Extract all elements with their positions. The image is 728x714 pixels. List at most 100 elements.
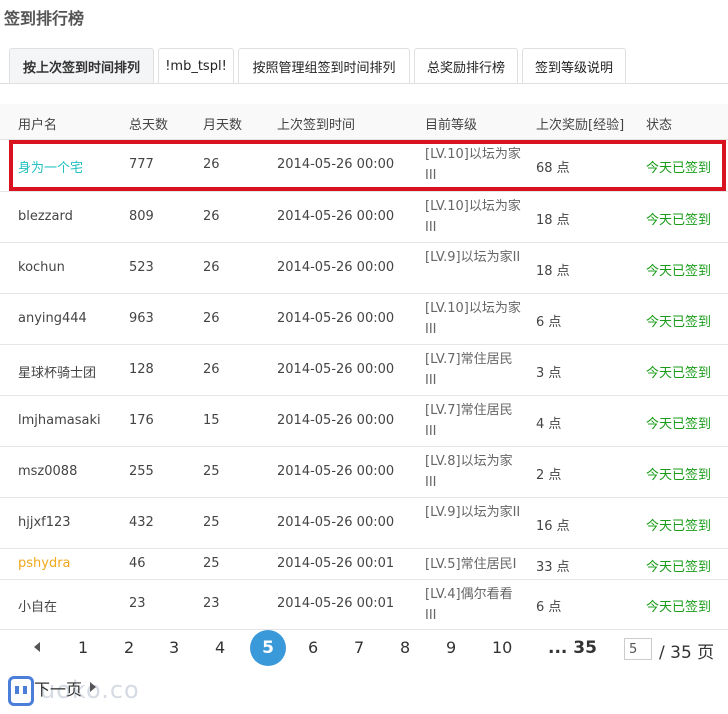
tab-mb-tspl[interactable]: !mb_tspl! bbox=[158, 48, 234, 84]
last-signin-time: 2014-05-26 00:00 bbox=[277, 362, 395, 377]
username-link[interactable]: lmjhamasaki bbox=[18, 413, 101, 428]
table-row: hjjxf123 432 25 2014-05-26 00:00 [LV.9]以坛为家I… bbox=[0, 498, 728, 549]
month-days: 15 bbox=[203, 413, 220, 428]
last-reward: 18 点 bbox=[536, 213, 570, 228]
total-days: 46 bbox=[129, 556, 146, 571]
month-days: 26 bbox=[203, 362, 220, 377]
status-text: 今天已签到 bbox=[646, 264, 712, 279]
page-link[interactable]: 4 bbox=[215, 638, 225, 657]
table-row: anying444 963 26 2014-05-26 00:00 [LV.10]以坛为… bbox=[0, 294, 728, 345]
last-reward: 4 点 bbox=[536, 417, 562, 432]
page-number-input[interactable] bbox=[624, 638, 652, 660]
header-username: 用户名 bbox=[18, 118, 58, 133]
month-days: 26 bbox=[203, 209, 220, 224]
current-level: [LV.9]以坛为家II bbox=[425, 505, 521, 520]
last-signin-time: 2014-05-26 00:00 bbox=[277, 515, 395, 530]
last-reward: 33 点 bbox=[536, 560, 570, 575]
table-row: 星球杯骑士团 128 26 2014-05-26 00:00 [LV.7]常住居民III… bbox=[0, 345, 728, 396]
last-reward: 68 点 bbox=[536, 161, 570, 176]
last-signin-time: 2014-05-26 00:00 bbox=[277, 413, 395, 428]
last-signin-time: 2014-05-26 00:00 bbox=[277, 157, 395, 172]
table-row: 身为一个宅 777 26 2014-05-26 00:00 [LV.10]以坛为家III… bbox=[0, 140, 728, 192]
username-link[interactable]: pshydra bbox=[18, 556, 71, 571]
table-header: 用户名 总天数 月天数 上次签到时间 目前等级 上次奖励[经验] 状态 bbox=[0, 104, 728, 140]
total-days: 128 bbox=[129, 362, 154, 377]
ranking-table: 用户名 总天数 月天数 上次签到时间 目前等级 上次奖励[经验] 状态 身为一个… bbox=[0, 104, 728, 630]
month-days: 25 bbox=[203, 515, 220, 530]
page-link[interactable]: 3 bbox=[169, 638, 179, 657]
total-days: 777 bbox=[129, 157, 154, 172]
page-link[interactable]: 10 bbox=[492, 638, 512, 657]
last-reward: 16 点 bbox=[536, 519, 570, 534]
month-days: 26 bbox=[203, 260, 220, 275]
month-days: 25 bbox=[203, 556, 220, 571]
last-signin-time: 2014-05-26 00:00 bbox=[277, 260, 395, 275]
status-text: 今天已签到 bbox=[646, 315, 712, 330]
current-page: 5 bbox=[250, 630, 286, 666]
status-text: 今天已签到 bbox=[646, 417, 712, 432]
current-level: [LV.10]以坛为家III bbox=[425, 301, 521, 337]
current-level: [LV.4]偶尔看看III bbox=[425, 587, 513, 623]
page-link[interactable]: 7 bbox=[354, 638, 364, 657]
current-level: [LV.5]常住居民I bbox=[425, 557, 517, 572]
month-days: 23 bbox=[203, 596, 220, 611]
current-level: [LV.7]常住居民III bbox=[425, 403, 513, 439]
current-level: [LV.10]以坛为家III bbox=[425, 147, 521, 183]
username-link[interactable]: anying444 bbox=[18, 311, 87, 326]
header-last-time: 上次签到时间 bbox=[277, 118, 356, 133]
username-link[interactable]: 星球杯骑士团 bbox=[18, 362, 96, 381]
status-text: 今天已签到 bbox=[646, 560, 712, 575]
table-row: 小自在 23 23 2014-05-26 00:01 [LV.4]偶尔看看III 6 点 今… bbox=[0, 580, 728, 630]
last-reward: 3 点 bbox=[536, 366, 562, 381]
current-level: [LV.8]以坛为家III bbox=[425, 454, 513, 490]
last-reward: 18 点 bbox=[536, 264, 570, 279]
username-link[interactable]: msz0088 bbox=[18, 464, 77, 479]
tab-by-last-signin[interactable]: 按上次签到时间排列 bbox=[9, 48, 154, 84]
header-level: 目前等级 bbox=[425, 118, 478, 133]
last-reward: 6 点 bbox=[536, 315, 562, 330]
month-days: 26 bbox=[203, 311, 220, 326]
total-days: 432 bbox=[129, 515, 154, 530]
next-arrow-icon[interactable] bbox=[90, 682, 96, 692]
page-link[interactable]: 8 bbox=[400, 638, 410, 657]
tab-by-admin-group[interactable]: 按照管理组签到时间排列 bbox=[238, 48, 410, 84]
header-month-days: 月天数 bbox=[203, 118, 243, 133]
last-reward: 2 点 bbox=[536, 468, 562, 483]
tab-level-info[interactable]: 签到等级说明 bbox=[522, 48, 626, 84]
page-link[interactable]: ... 35 bbox=[548, 638, 597, 658]
status-text: 今天已签到 bbox=[646, 366, 712, 381]
tab-total-reward[interactable]: 总奖励排行榜 bbox=[414, 48, 518, 84]
total-days: 809 bbox=[129, 209, 154, 224]
username-link[interactable]: 小自在 bbox=[18, 596, 57, 615]
last-signin-time: 2014-05-26 00:01 bbox=[277, 556, 395, 571]
tab-bar: 按上次签到时间排列 !mb_tspl! 按照管理组签到时间排列 总奖励排行榜 签… bbox=[0, 44, 728, 84]
total-days: 176 bbox=[129, 413, 154, 428]
table-row: blezzard 809 26 2014-05-26 00:00 [LV.10]以坛为家… bbox=[0, 192, 728, 243]
total-days: 523 bbox=[129, 260, 154, 275]
prev-page-icon[interactable] bbox=[34, 642, 40, 652]
logo-icon bbox=[8, 676, 34, 706]
page-link[interactable]: 2 bbox=[124, 638, 134, 657]
header-reward: 上次奖励[经验] bbox=[536, 118, 625, 133]
total-days: 963 bbox=[129, 311, 154, 326]
last-signin-time: 2014-05-26 00:01 bbox=[277, 596, 395, 611]
header-status: 状态 bbox=[646, 118, 673, 133]
table-row: msz0088 255 25 2014-05-26 00:00 [LV.8]以坛为家II… bbox=[0, 447, 728, 498]
page-link[interactable]: 1 bbox=[78, 638, 88, 657]
total-days: 23 bbox=[129, 596, 146, 611]
pagination: 1 2 3 4 6 7 8 9 10 ... 35 5 / 35 页 bbox=[0, 626, 728, 672]
next-page-link[interactable]: 下一页 bbox=[34, 676, 82, 700]
username-link[interactable]: hjjxf123 bbox=[18, 515, 71, 530]
table-row: lmjhamasaki 176 15 2014-05-26 00:00 [LV.7]常住… bbox=[0, 396, 728, 447]
username-link[interactable]: 身为一个宅 bbox=[18, 157, 83, 176]
current-level: [LV.7]常住居民III bbox=[425, 352, 513, 388]
page-link[interactable]: 6 bbox=[308, 638, 318, 657]
status-text: 今天已签到 bbox=[646, 213, 712, 228]
page-title: 签到排行榜 bbox=[4, 9, 85, 28]
status-text: 今天已签到 bbox=[646, 468, 712, 483]
username-link[interactable]: blezzard bbox=[18, 209, 73, 224]
table-row: pshydra 46 25 2014-05-26 00:01 [LV.5]常住居民I 33… bbox=[0, 549, 728, 580]
username-link[interactable]: kochun bbox=[18, 260, 65, 275]
page-link[interactable]: 9 bbox=[446, 638, 456, 657]
last-reward: 6 点 bbox=[536, 600, 562, 615]
